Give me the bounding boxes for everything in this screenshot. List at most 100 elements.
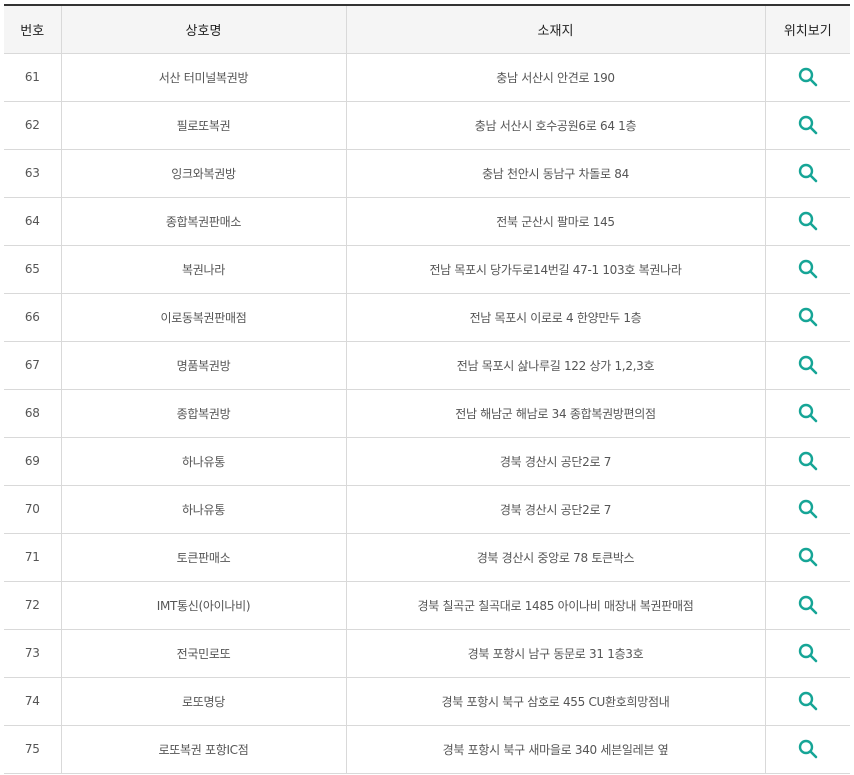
cell-map (765, 341, 850, 390)
cell-address: 전남 목포시 당가두로14번길 47-1 103호 복권나라 (346, 245, 766, 294)
search-icon (798, 499, 818, 519)
cell-address: 경북 경산시 중앙로 78 토큰박스 (346, 533, 766, 582)
search-icon (798, 595, 818, 615)
cell-no: 73 (4, 629, 62, 678)
table-row: 75 로또복권 포항IC점 경북 포항시 북구 새마을로 340 세븐일레븐 옆 (4, 725, 850, 774)
cell-no: 68 (4, 389, 62, 438)
cell-no: 69 (4, 437, 62, 486)
search-icon (798, 643, 818, 663)
search-icon (798, 355, 818, 375)
table-row: 69 하나유통 경북 경산시 공단2로 7 (4, 437, 850, 486)
cell-store-name: IMT통신(아이나비) (61, 581, 347, 630)
view-location-button[interactable] (794, 399, 822, 427)
cell-map (765, 725, 850, 774)
table-row: 70 하나유통 경북 경산시 공단2로 7 (4, 485, 850, 534)
cell-no: 72 (4, 581, 62, 630)
cell-address: 경북 포항시 북구 새마을로 340 세븐일레븐 옆 (346, 725, 766, 774)
view-location-button[interactable] (794, 543, 822, 571)
cell-map (765, 101, 850, 150)
view-location-button[interactable] (794, 351, 822, 379)
view-location-button[interactable] (794, 111, 822, 139)
cell-no: 70 (4, 485, 62, 534)
table-row: 65 복권나라 전남 목포시 당가두로14번길 47-1 103호 복권나라 (4, 245, 850, 294)
cell-no: 62 (4, 101, 62, 150)
cell-map (765, 245, 850, 294)
table-header: 번호 상호명 소재지 위치보기 (4, 5, 850, 54)
cell-store-name: 명품복권방 (61, 341, 347, 390)
view-location-button[interactable] (794, 255, 822, 283)
table-row: 74 로또명당 경북 포항시 북구 삼호로 455 CU환호희망점내 (4, 677, 850, 726)
table-body: 61 서산 터미널복권방 충남 서산시 안견로 190 62 필로또복권 충남 서산시 호… (4, 53, 850, 774)
cell-map (765, 581, 850, 630)
cell-no: 61 (4, 53, 62, 102)
cell-map (765, 197, 850, 246)
cell-store-name: 전국민로또 (61, 629, 347, 678)
cell-map (765, 293, 850, 342)
store-list-table-wrapper: 번호 상호명 소재지 위치보기 61 서산 터미널복권방 충남 서산시 안견로 19… (4, 4, 850, 774)
table-row: 61 서산 터미널복권방 충남 서산시 안견로 190 (4, 53, 850, 102)
cell-map (765, 53, 850, 102)
cell-store-name: 이로동복권판매점 (61, 293, 347, 342)
cell-map (765, 533, 850, 582)
header-row: 번호 상호명 소재지 위치보기 (4, 5, 850, 54)
cell-no: 74 (4, 677, 62, 726)
cell-store-name: 서산 터미널복권방 (61, 53, 347, 102)
cell-no: 65 (4, 245, 62, 294)
table-row: 62 필로또복권 충남 서산시 호수공원6로 64 1층 (4, 101, 850, 150)
view-location-button[interactable] (794, 303, 822, 331)
search-icon (798, 211, 818, 231)
cell-map (765, 629, 850, 678)
cell-address: 경북 칠곡군 칠곡대로 1485 아이나비 매장내 복권판매점 (346, 581, 766, 630)
search-icon (798, 259, 818, 279)
search-icon (798, 307, 818, 327)
cell-address: 전남 목포시 이로로 4 한양만두 1층 (346, 293, 766, 342)
cell-address: 전북 군산시 팔마로 145 (346, 197, 766, 246)
cell-store-name: 로또명당 (61, 677, 347, 726)
view-location-button[interactable] (794, 591, 822, 619)
cell-address: 전남 목포시 삺나루길 122 상가 1,2,3호 (346, 341, 766, 390)
view-location-button[interactable] (794, 63, 822, 91)
view-location-button[interactable] (794, 735, 822, 763)
cell-address: 충남 천안시 동남구 차돌로 84 (346, 149, 766, 198)
cell-no: 63 (4, 149, 62, 198)
table-row: 67 명품복권방 전남 목포시 삺나루길 122 상가 1,2,3호 (4, 341, 850, 390)
header-address: 소재지 (346, 5, 766, 54)
table-row: 68 종합복권방 전남 해남군 해남로 34 종합복권방편의점 (4, 389, 850, 438)
cell-address: 충남 서산시 안견로 190 (346, 53, 766, 102)
cell-address: 경북 경산시 공단2로 7 (346, 485, 766, 534)
cell-map (765, 485, 850, 534)
cell-address: 경북 포항시 북구 삼호로 455 CU환호희망점내 (346, 677, 766, 726)
cell-map (765, 437, 850, 486)
cell-store-name: 종합복권방 (61, 389, 347, 438)
header-no: 번호 (4, 5, 62, 54)
cell-store-name: 복권나라 (61, 245, 347, 294)
cell-no: 71 (4, 533, 62, 582)
search-icon (798, 451, 818, 471)
header-name: 상호명 (61, 5, 347, 54)
cell-no: 64 (4, 197, 62, 246)
view-location-button[interactable] (794, 447, 822, 475)
search-icon (798, 691, 818, 711)
search-icon (798, 739, 818, 759)
cell-address: 전남 해남군 해남로 34 종합복권방편의점 (346, 389, 766, 438)
cell-store-name: 하나유통 (61, 437, 347, 486)
table-row: 63 잉크와복권방 충남 천안시 동남구 차돌로 84 (4, 149, 850, 198)
table-row: 72 IMT통신(아이나비) 경북 칠곡군 칠곡대로 1485 아이나비 매장내 복… (4, 581, 850, 630)
header-map: 위치보기 (765, 5, 850, 54)
view-location-button[interactable] (794, 207, 822, 235)
view-location-button[interactable] (794, 495, 822, 523)
table-row: 64 종합복권판매소 전북 군산시 팔마로 145 (4, 197, 850, 246)
cell-store-name: 토큰판매소 (61, 533, 347, 582)
search-icon (798, 547, 818, 567)
cell-address: 경북 포항시 남구 동문로 31 1층3호 (346, 629, 766, 678)
cell-map (765, 149, 850, 198)
store-list-table: 번호 상호명 소재지 위치보기 61 서산 터미널복권방 충남 서산시 안견로 19… (4, 4, 850, 774)
cell-no: 67 (4, 341, 62, 390)
view-location-button[interactable] (794, 687, 822, 715)
view-location-button[interactable] (794, 159, 822, 187)
cell-store-name: 종합복권판매소 (61, 197, 347, 246)
cell-address: 경북 경산시 공단2로 7 (346, 437, 766, 486)
view-location-button[interactable] (794, 639, 822, 667)
cell-no: 75 (4, 725, 62, 774)
search-icon (798, 403, 818, 423)
